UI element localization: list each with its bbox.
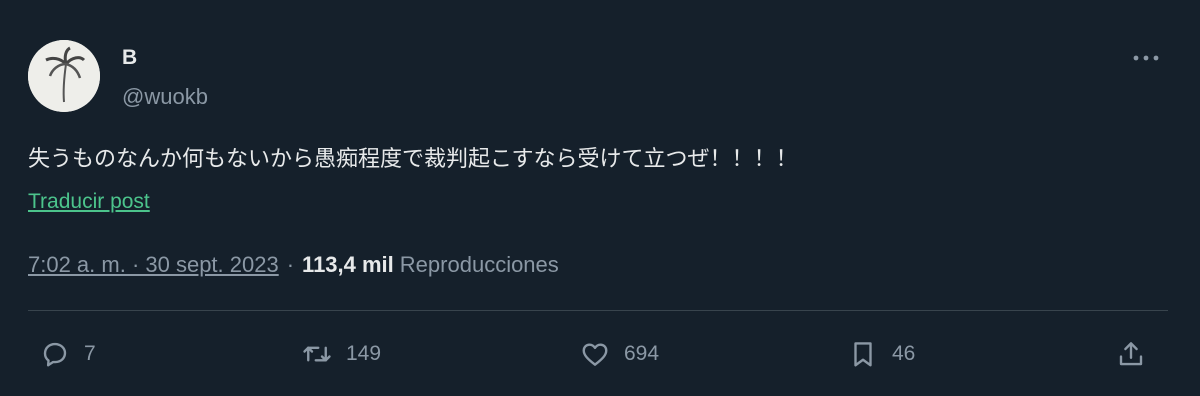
timestamp-link[interactable]: 7:02 a. m. · 30 sept. 2023 <box>28 252 279 278</box>
palm-tree-avatar-image <box>28 40 100 112</box>
reply-icon <box>43 342 67 367</box>
bookmark-button[interactable]: 46 <box>848 336 915 372</box>
avatar[interactable] <box>28 40 100 112</box>
retweet-icon <box>303 346 331 362</box>
tweet-meta: 7:02 a. m. · 30 sept. 2023 · 113,4 mil R… <box>28 250 559 280</box>
more-options-button[interactable] <box>1128 46 1164 70</box>
bookmark-icon <box>854 342 872 367</box>
views-label: Reproducciones <box>399 252 559 277</box>
reply-count: 7 <box>84 342 96 365</box>
views-count: 113,4 mil <box>302 252 394 277</box>
reply-button[interactable]: 7 <box>40 336 96 372</box>
display-name[interactable]: B <box>122 46 137 70</box>
retweet-count: 149 <box>346 342 382 365</box>
like-count: 694 <box>624 342 660 365</box>
user-handle[interactable]: @wuokb <box>122 84 208 110</box>
share-button[interactable] <box>1116 336 1146 372</box>
meta-separator: · <box>286 252 295 277</box>
like-button[interactable]: 694 <box>580 336 659 372</box>
bookmark-count: 46 <box>892 342 916 365</box>
translate-post-link[interactable]: Traducir post <box>28 190 150 214</box>
tweet-text: 失うものなんか何もないから愚痴程度で裁判起こすなら受けて立つぜ！！！！ <box>28 147 798 172</box>
divider <box>28 310 1168 311</box>
more-icon <box>1133 55 1159 61</box>
share-icon <box>1119 342 1143 366</box>
tweet: B @wuokb 失うものなんか何もないから愚痴程度で裁判起こすなら受けて立つぜ… <box>0 0 1200 396</box>
retweet-button[interactable]: 149 <box>302 336 381 372</box>
heart-icon <box>582 343 608 366</box>
